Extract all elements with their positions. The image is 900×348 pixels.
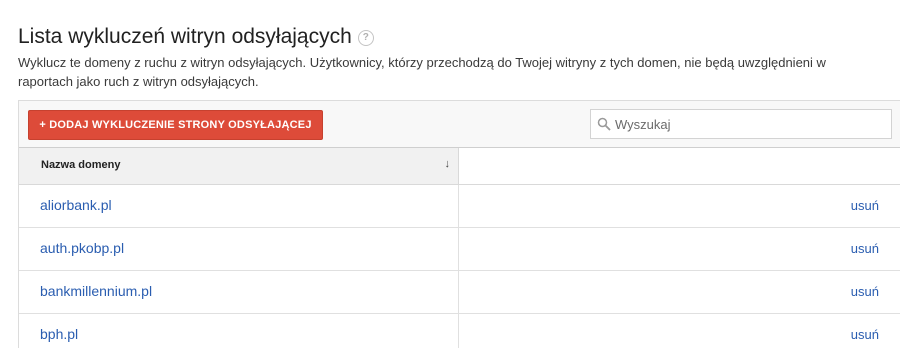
table-row: aliorbank.pl usuń — [19, 185, 900, 228]
domain-cell: bankmillennium.pl — [19, 271, 459, 313]
domain-cell: aliorbank.pl — [19, 185, 459, 227]
domain-cell: auth.pkobp.pl — [19, 228, 459, 270]
domain-link[interactable]: auth.pkobp.pl — [40, 240, 124, 256]
page-description: Wyklucz te domeny z ruchu z witryn odsył… — [18, 55, 826, 89]
sort-arrow-icon: ↓ — [444, 158, 451, 170]
search-box[interactable] — [590, 109, 892, 139]
exclusion-table: Nazwa domeny ↓ aliorbank.pl usuń auth.pk… — [19, 147, 900, 348]
remove-link[interactable]: usuń — [851, 241, 879, 256]
toolbar: + DODAJ WYKLUCZENIE STRONY ODSYŁAJĄCEJ — [19, 101, 900, 147]
remove-link[interactable]: usuń — [851, 198, 879, 213]
domain-link[interactable]: bankmillennium.pl — [40, 283, 152, 299]
exclusion-panel: + DODAJ WYKLUCZENIE STRONY ODSYŁAJĄCEJ N… — [18, 100, 900, 348]
page-title: Lista wykluczeń witryn odsyłających — [18, 25, 352, 48]
column-header-actions — [459, 148, 900, 184]
search-icon — [597, 117, 611, 131]
domain-link[interactable]: aliorbank.pl — [40, 197, 112, 213]
column-header-domain[interactable]: Nazwa domeny ↓ — [19, 148, 459, 184]
domain-cell: bph.pl — [19, 314, 459, 348]
table-row: bankmillennium.pl usuń — [19, 271, 900, 314]
search-input[interactable] — [615, 110, 887, 138]
title-row: Lista wykluczeń witryn odsyłających ? — [18, 24, 374, 50]
table-row: auth.pkobp.pl usuń — [19, 228, 900, 271]
table-row: bph.pl usuń — [19, 314, 900, 348]
remove-link[interactable]: usuń — [851, 327, 879, 342]
column-header-label: Nazwa domeny — [41, 159, 121, 171]
add-referral-exclusion-button[interactable]: + DODAJ WYKLUCZENIE STRONY ODSYŁAJĄCEJ — [28, 110, 323, 140]
domain-link[interactable]: bph.pl — [40, 326, 78, 342]
referral-exclusion-page: Lista wykluczeń witryn odsyłających ? Wy… — [0, 0, 900, 348]
remove-link[interactable]: usuń — [851, 284, 879, 299]
help-icon[interactable]: ? — [357, 30, 374, 46]
table-header: Nazwa domeny ↓ — [19, 147, 900, 185]
